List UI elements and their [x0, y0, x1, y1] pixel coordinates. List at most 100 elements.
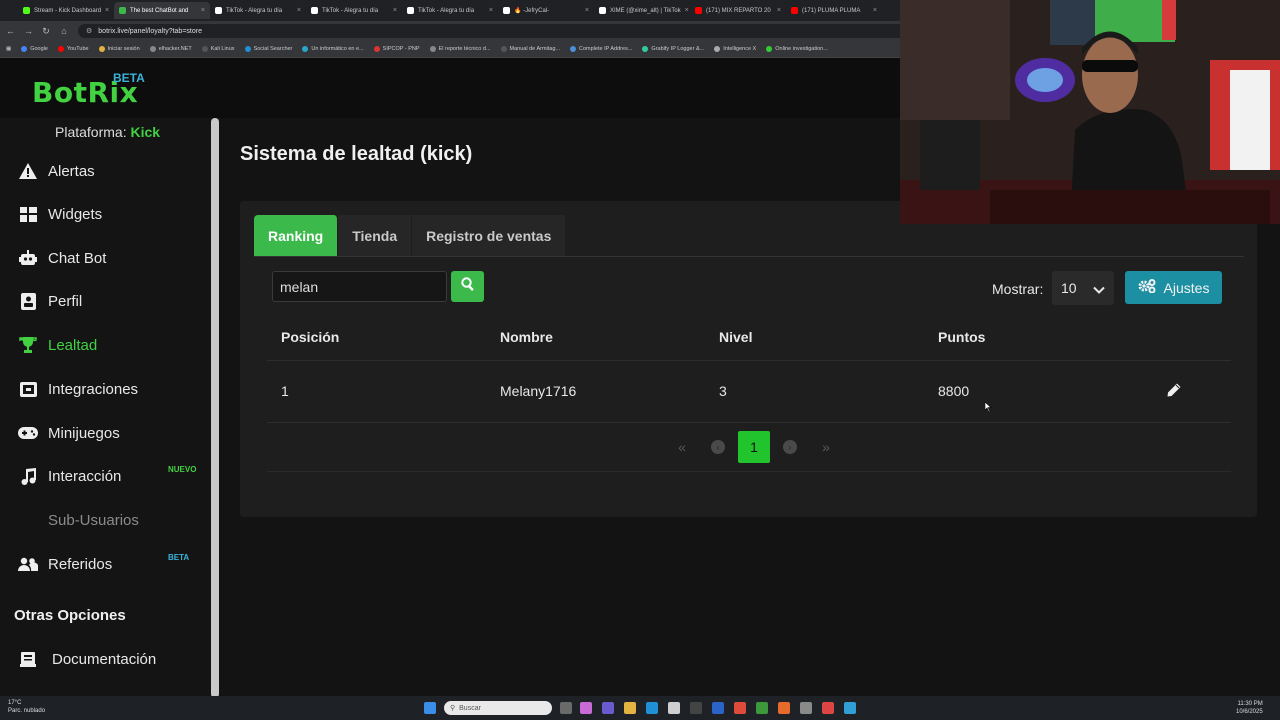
copilot-icon[interactable] — [580, 702, 592, 714]
browser-tab[interactable]: (171) MIX REPARTO 20 × — [690, 2, 786, 19]
tab-tienda[interactable]: Tienda — [338, 215, 413, 256]
first-page-button[interactable]: « — [666, 431, 698, 463]
bookmark-item[interactable]: elhacker.NET — [149, 46, 192, 52]
obs-icon[interactable] — [822, 702, 834, 714]
reload-icon[interactable]: ↻ — [42, 26, 50, 37]
weather-widget[interactable]: 17°C Parc. nublado — [8, 699, 45, 715]
settings-button[interactable]: Ajustes — [1125, 271, 1222, 304]
sidebar-scrollbar-thumb[interactable] — [211, 118, 219, 698]
apps-icon[interactable]: ▦ — [6, 46, 11, 52]
browser-tab-label: XIME (@xime_alt) | TikTok — [610, 7, 681, 14]
close-tab-icon[interactable]: × — [297, 7, 301, 14]
browser-tab-label: TikTok - Alegra tu día — [226, 7, 283, 14]
forward-icon[interactable]: → — [24, 26, 33, 36]
column-header-position[interactable]: Posición — [267, 314, 486, 361]
close-tab-icon[interactable]: × — [393, 7, 397, 14]
users-icon — [18, 554, 38, 574]
bookmark-item[interactable]: SIPCOP - PNP — [373, 46, 420, 52]
platform-indicator: Plataforma: Kick — [55, 124, 160, 140]
bookmark-favicon-icon — [21, 46, 28, 52]
cell-actions — [1143, 360, 1231, 423]
file-explorer-icon[interactable] — [624, 702, 636, 714]
close-tab-icon[interactable]: × — [685, 7, 689, 14]
bookmark-favicon-icon — [429, 46, 436, 52]
bookmark-item[interactable]: YouTube — [57, 46, 89, 52]
app-icon[interactable] — [800, 702, 812, 714]
bookmark-item[interactable]: Social Searcher — [244, 46, 292, 52]
close-tab-icon[interactable]: × — [873, 7, 877, 14]
vscode-icon[interactable] — [712, 702, 724, 714]
search-button[interactable] — [451, 271, 484, 302]
prev-page-button[interactable]: ‹ — [702, 431, 734, 463]
browser-tab[interactable]: The best ChatBot and × — [114, 2, 210, 19]
sidebar-item-minijuegos[interactable]: Minijuegos — [18, 418, 208, 448]
bookmark-label: Un informático en e... — [311, 46, 364, 52]
browser-tab[interactable]: 🔥 -JefryCal- × — [498, 2, 594, 19]
column-header-level[interactable]: Nivel — [705, 314, 924, 361]
close-tab-icon[interactable]: × — [201, 7, 205, 14]
sidebar-item-documentacion[interactable]: Documentación — [18, 644, 208, 674]
bookmark-item[interactable]: El reporte técnico d... — [429, 46, 491, 52]
sidebar-item-integraciones[interactable]: Integraciones — [18, 374, 208, 404]
task-view-icon[interactable] — [560, 702, 572, 714]
bookmark-item[interactable]: Complete IP Addres... — [570, 46, 632, 52]
teams-icon[interactable] — [602, 702, 614, 714]
column-header-name[interactable]: Nombre — [486, 314, 705, 361]
browser-tab[interactable]: Stream - Kick Dashboard × — [18, 2, 114, 19]
bookmark-item[interactable]: Intelligence X — [714, 46, 756, 52]
close-tab-icon[interactable]: × — [585, 7, 589, 14]
firefox-icon[interactable] — [778, 702, 790, 714]
sidebar-item-alertas[interactable]: Alertas — [18, 156, 208, 186]
bookmark-item[interactable]: Grabify IP Logger &... — [642, 46, 704, 52]
home-icon[interactable]: ⌂ — [60, 26, 68, 36]
browser-tab[interactable]: TikTok - Alegra tu día × — [306, 2, 402, 19]
bookmark-item[interactable]: Google — [21, 46, 48, 52]
tab-favicon-icon — [215, 7, 222, 14]
tab-registro-ventas[interactable]: Registro de ventas — [412, 215, 567, 256]
grid-icon — [18, 204, 38, 224]
back-icon[interactable]: ← — [6, 26, 15, 36]
sidebar-item-chat-bot[interactable]: Chat Bot — [18, 243, 208, 273]
tab-ranking[interactable]: Ranking — [254, 215, 339, 256]
last-page-button[interactable]: » — [810, 431, 842, 463]
xbox-icon[interactable] — [756, 702, 768, 714]
page-size-select[interactable]: 10 — [1052, 271, 1114, 305]
table-header-row: Posición Nombre Nivel Puntos — [267, 314, 1231, 361]
robot-icon — [18, 248, 38, 268]
sidebar-item-lealtad[interactable]: Lealtad — [18, 330, 208, 360]
close-tab-icon[interactable]: × — [105, 7, 109, 14]
close-tab-icon[interactable]: × — [777, 7, 781, 14]
bookmark-favicon-icon — [642, 46, 649, 52]
system-clock[interactable]: 11:30 PM 10/6/2025 — [1236, 700, 1263, 716]
edge-icon[interactable] — [646, 702, 658, 714]
store-icon[interactable] — [668, 702, 680, 714]
bookmark-item[interactable]: Online investigation... — [766, 46, 828, 52]
windows-start-icon[interactable] — [424, 702, 436, 714]
browser-tab[interactable]: TikTok - Alegra tu día × — [210, 2, 306, 19]
next-page-button[interactable]: › — [774, 431, 806, 463]
sidebar-item-widgets[interactable]: Widgets — [18, 199, 208, 229]
bookmark-item[interactable]: Iniciar sesión — [98, 46, 140, 52]
beta-badge: BETA — [168, 553, 190, 562]
sidebar-item-perfil[interactable]: Perfil — [18, 286, 208, 316]
settings-button-label: Ajustes — [1163, 279, 1210, 296]
app-icon[interactable] — [844, 702, 856, 714]
search-input[interactable] — [272, 271, 447, 302]
tab-favicon-icon — [23, 7, 30, 14]
bookmark-item[interactable]: Un informático en e... — [302, 46, 364, 52]
close-tab-icon[interactable]: × — [489, 7, 493, 14]
app-icon[interactable] — [690, 702, 702, 714]
chrome-icon[interactable] — [734, 702, 746, 714]
sidebar-item-sub-usuarios[interactable]: Sub-Usuarios — [18, 505, 208, 535]
site-info-icon[interactable]: ⚙ — [86, 27, 92, 35]
browser-tab[interactable]: TikTok - Alegra tu día × — [402, 2, 498, 19]
page-button-1[interactable]: 1 — [738, 431, 770, 463]
bookmark-item[interactable]: Kali Linux — [201, 46, 235, 52]
bookmark-item[interactable]: Manual de Armitag... — [500, 46, 560, 52]
browser-tab[interactable]: (171) PLUMA PLUMA × — [786, 2, 882, 19]
pencil-icon[interactable] — [1167, 383, 1181, 400]
browser-tab[interactable]: XIME (@xime_alt) | TikTok × — [594, 2, 690, 19]
column-header-points[interactable]: Puntos — [924, 314, 1143, 361]
loyalty-tabs: Ranking Tienda Registro de ventas — [254, 215, 567, 256]
taskbar-search[interactable]: ⚲ Buscar — [444, 701, 552, 715]
